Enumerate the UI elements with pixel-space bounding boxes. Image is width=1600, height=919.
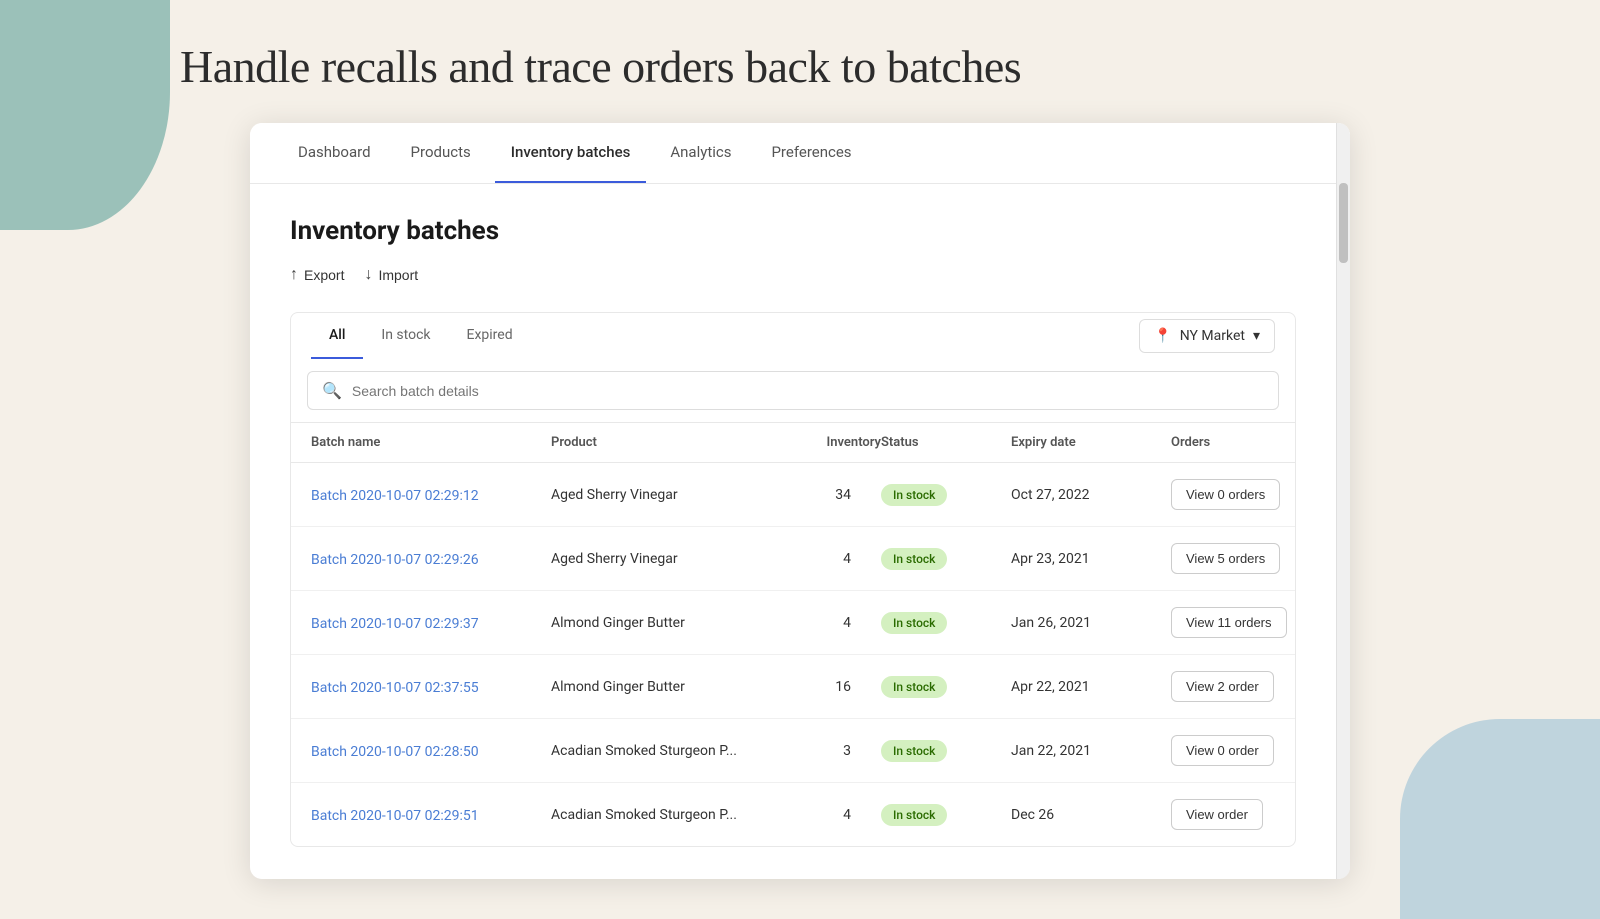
- filter-tab-expired[interactable]: Expired: [449, 313, 531, 359]
- product-name: Acadian Smoked Sturgeon P...: [551, 807, 771, 823]
- search-input-wrap: 🔍: [307, 371, 1279, 410]
- status-badge: In stock: [881, 804, 947, 826]
- import-button[interactable]: ↓ Import: [364, 262, 418, 288]
- search-input[interactable]: [352, 383, 1264, 399]
- status-badge-cell: In stock: [881, 740, 1011, 762]
- status-badge-cell: In stock: [881, 548, 1011, 570]
- export-button[interactable]: ↑ Export: [290, 262, 344, 288]
- chevron-down-icon: ▾: [1253, 328, 1260, 344]
- market-label: NY Market: [1180, 328, 1245, 344]
- market-dropdown[interactable]: 📍 NY Market ▾: [1139, 319, 1275, 353]
- nav-tab-dashboard[interactable]: Dashboard: [282, 123, 387, 183]
- location-icon: 📍: [1154, 328, 1171, 344]
- batch-table: Batch nameProductInventoryStatusExpiry d…: [290, 423, 1296, 847]
- orders-cell: View 0 order: [1171, 735, 1275, 766]
- status-badge: In stock: [881, 676, 947, 698]
- scrollbar-thumb[interactable]: [1339, 183, 1348, 263]
- table-header: Batch nameProductInventoryStatusExpiry d…: [291, 423, 1295, 463]
- status-badge: In stock: [881, 484, 947, 506]
- inventory-count: 16: [771, 679, 881, 695]
- batch-name-link[interactable]: Batch 2020-10-07 02:29:37: [311, 613, 551, 632]
- app-window: DashboardProductsInventory batchesAnalyt…: [250, 123, 1350, 879]
- table-body: Batch 2020-10-07 02:29:12 Aged Sherry Vi…: [291, 463, 1295, 846]
- search-container: 🔍: [290, 359, 1296, 423]
- view-orders-button[interactable]: View 2 order: [1171, 671, 1274, 702]
- table-row: Batch 2020-10-07 02:37:55 Almond Ginger …: [291, 655, 1295, 719]
- product-name: Aged Sherry Vinegar: [551, 551, 771, 567]
- product-name: Almond Ginger Butter: [551, 615, 771, 631]
- main-content: Inventory batches ↑ Export ↓ Import AllI…: [250, 184, 1350, 879]
- table-row: Batch 2020-10-07 02:28:50 Acadian Smoked…: [291, 719, 1295, 783]
- nav-tabs: DashboardProductsInventory batchesAnalyt…: [250, 123, 1350, 184]
- status-badge: In stock: [881, 612, 947, 634]
- product-name: Aged Sherry Vinegar: [551, 487, 771, 503]
- expiry-date: Dec 26: [1011, 807, 1171, 823]
- batch-name-link[interactable]: Batch 2020-10-07 02:29:51: [311, 805, 551, 824]
- table-header-product: Product: [551, 435, 771, 450]
- batch-name-link[interactable]: Batch 2020-10-07 02:28:50: [311, 741, 551, 760]
- orders-cell: View 5 orders: [1171, 543, 1280, 574]
- table-header-orders: Orders: [1171, 435, 1275, 450]
- nav-tab-analytics[interactable]: Analytics: [654, 123, 747, 183]
- table-row: Batch 2020-10-07 02:29:51 Acadian Smoked…: [291, 783, 1295, 846]
- table-row: Batch 2020-10-07 02:29:26 Aged Sherry Vi…: [291, 527, 1295, 591]
- filter-tabs: AllIn stockExpired: [311, 313, 531, 359]
- nav-tab-inventory-batches[interactable]: Inventory batches: [495, 123, 647, 183]
- table-header-status: Status: [881, 435, 1011, 450]
- status-badge-cell: In stock: [881, 804, 1011, 826]
- filter-tab-all[interactable]: All: [311, 313, 363, 359]
- batch-name-link[interactable]: Batch 2020-10-07 02:29:26: [311, 549, 551, 568]
- inventory-count: 34: [771, 487, 881, 503]
- inventory-count: 4: [771, 807, 881, 823]
- table-row: Batch 2020-10-07 02:29:12 Aged Sherry Vi…: [291, 463, 1295, 527]
- batch-name-link[interactable]: Batch 2020-10-07 02:37:55: [311, 677, 551, 696]
- page-title: Inventory batches: [290, 216, 1296, 246]
- action-bar: ↑ Export ↓ Import: [290, 262, 1296, 288]
- expiry-date: Oct 27, 2022: [1011, 487, 1171, 503]
- import-icon: ↓: [364, 266, 372, 284]
- orders-cell: View 2 order: [1171, 671, 1275, 702]
- expiry-date: Jan 22, 2021: [1011, 743, 1171, 759]
- filter-bar: AllIn stockExpired 📍 NY Market ▾: [290, 312, 1296, 359]
- orders-cell: View 0 orders: [1171, 479, 1280, 510]
- expiry-date: Apr 22, 2021: [1011, 679, 1171, 695]
- product-name: Almond Ginger Butter: [551, 679, 771, 695]
- nav-tab-preferences[interactable]: Preferences: [755, 123, 867, 183]
- view-orders-button[interactable]: View 11 orders: [1171, 607, 1287, 638]
- product-name: Acadian Smoked Sturgeon P...: [551, 743, 771, 759]
- view-orders-button[interactable]: View 0 order: [1171, 735, 1274, 766]
- status-badge: In stock: [881, 740, 947, 762]
- inventory-count: 4: [771, 551, 881, 567]
- nav-tab-products[interactable]: Products: [395, 123, 487, 183]
- search-icon: 🔍: [322, 381, 342, 400]
- export-icon: ↑: [290, 266, 298, 284]
- table-header-inventory: Inventory: [771, 435, 881, 450]
- status-badge-cell: In stock: [881, 676, 1011, 698]
- hero-title: Handle recalls and trace orders back to …: [180, 40, 1420, 93]
- expiry-date: Apr 23, 2021: [1011, 551, 1171, 567]
- orders-cell: View order: [1171, 799, 1275, 830]
- table-header-batch-name: Batch name: [311, 435, 551, 450]
- inventory-count: 4: [771, 615, 881, 631]
- view-orders-button[interactable]: View 5 orders: [1171, 543, 1280, 574]
- table-row: Batch 2020-10-07 02:29:37 Almond Ginger …: [291, 591, 1295, 655]
- expiry-date: Jan 26, 2021: [1011, 615, 1171, 631]
- filter-tab-in-stock[interactable]: In stock: [363, 313, 448, 359]
- orders-cell: View 11 orders: [1171, 607, 1287, 638]
- table-header-expiry-date: Expiry date: [1011, 435, 1171, 450]
- batch-name-link[interactable]: Batch 2020-10-07 02:29:12: [311, 485, 551, 504]
- view-orders-button[interactable]: View order: [1171, 799, 1263, 830]
- status-badge-cell: In stock: [881, 484, 1011, 506]
- inventory-count: 3: [771, 743, 881, 759]
- status-badge-cell: In stock: [881, 612, 1011, 634]
- status-badge: In stock: [881, 548, 947, 570]
- view-orders-button[interactable]: View 0 orders: [1171, 479, 1280, 510]
- scrollbar[interactable]: [1336, 123, 1350, 879]
